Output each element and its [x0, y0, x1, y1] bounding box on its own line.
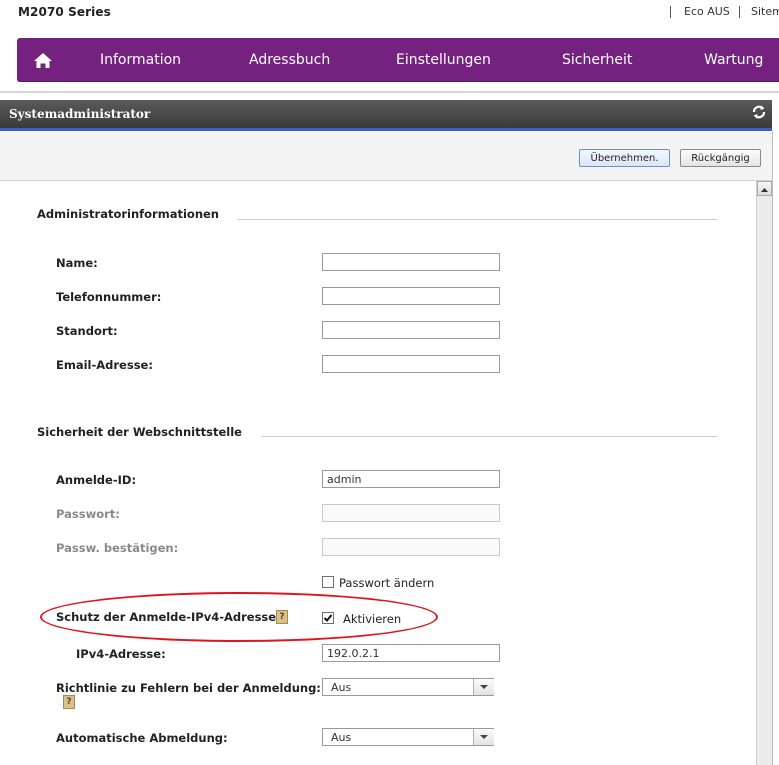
- name-input[interactable]: [322, 253, 500, 271]
- password-label: Passwort:: [56, 507, 120, 521]
- nav-information[interactable]: Information: [100, 38, 181, 82]
- ipv4-address-label: IPv4-Adresse:: [76, 647, 166, 661]
- nav-sicherheit[interactable]: Sicherheit: [562, 38, 632, 82]
- login-failure-policy-select[interactable]: Aus: [322, 678, 494, 696]
- undo-button[interactable]: Rückgängig: [680, 149, 761, 167]
- auto-logout-select[interactable]: Aus: [322, 728, 494, 746]
- highlight-annotation: [40, 592, 438, 642]
- window-edge: [772, 131, 779, 765]
- arrow-up-icon: [761, 188, 768, 192]
- house-icon: [34, 53, 52, 68]
- dropdown-button[interactable]: [473, 679, 494, 695]
- nav-divider: [0, 91, 779, 93]
- change-password-checkbox[interactable]: [322, 576, 334, 588]
- dropdown-button[interactable]: [473, 729, 494, 745]
- name-label: Name:: [56, 256, 98, 270]
- phone-input[interactable]: [322, 287, 500, 305]
- section-divider: [237, 219, 717, 220]
- top-separator: [670, 6, 671, 18]
- ipv4-address-input[interactable]: 192.0.2.1: [322, 644, 500, 662]
- section-divider: [262, 436, 717, 437]
- home-button[interactable]: [17, 38, 69, 82]
- password-confirm-label: Passw. bestätigen:: [56, 541, 179, 555]
- login-id-input[interactable]: admin: [322, 470, 500, 488]
- password-confirm-input[interactable]: [322, 538, 500, 556]
- chevron-down-icon: [480, 735, 488, 739]
- login-id-label: Anmelde-ID:: [56, 473, 137, 487]
- chevron-down-icon: [480, 685, 488, 689]
- nav-einstellungen[interactable]: Einstellungen: [396, 38, 491, 82]
- eco-link[interactable]: Eco AUS: [684, 5, 730, 18]
- location-input[interactable]: [322, 321, 500, 339]
- password-input[interactable]: [322, 504, 500, 522]
- change-password-label: Passwort ändern: [339, 576, 435, 590]
- apply-button[interactable]: Übernehmen.: [579, 149, 670, 167]
- refresh-icon[interactable]: [750, 103, 768, 121]
- top-separator: [739, 6, 740, 18]
- scroll-up-button[interactable]: [757, 181, 772, 196]
- auto-logout-label: Automatische Abmeldung:: [56, 731, 228, 745]
- vertical-scrollbar[interactable]: [756, 181, 773, 765]
- nav-adressbuch[interactable]: Adressbuch: [249, 38, 330, 82]
- panel-title: Systemadministrator: [9, 107, 151, 121]
- sitemap-link[interactable]: Sitema: [751, 5, 779, 18]
- login-failure-policy-label: Richtlinie zu Fehlern bei der Anmeldung:: [56, 681, 321, 695]
- admin-info-title: Administratorinformationen: [37, 207, 219, 221]
- select-value: Aus: [331, 681, 352, 694]
- help-icon[interactable]: ?: [63, 695, 75, 709]
- web-security-title: Sicherheit der Webschnittstelle: [37, 425, 242, 439]
- select-value: Aus: [331, 731, 352, 744]
- email-label: Email-Adresse:: [56, 358, 153, 372]
- phone-label: Telefonnummer:: [56, 290, 162, 304]
- nav-wartung[interactable]: Wartung: [704, 38, 763, 82]
- email-input[interactable]: [322, 355, 500, 373]
- location-label: Standort:: [56, 324, 118, 338]
- model-name: M2070 Series: [18, 5, 111, 19]
